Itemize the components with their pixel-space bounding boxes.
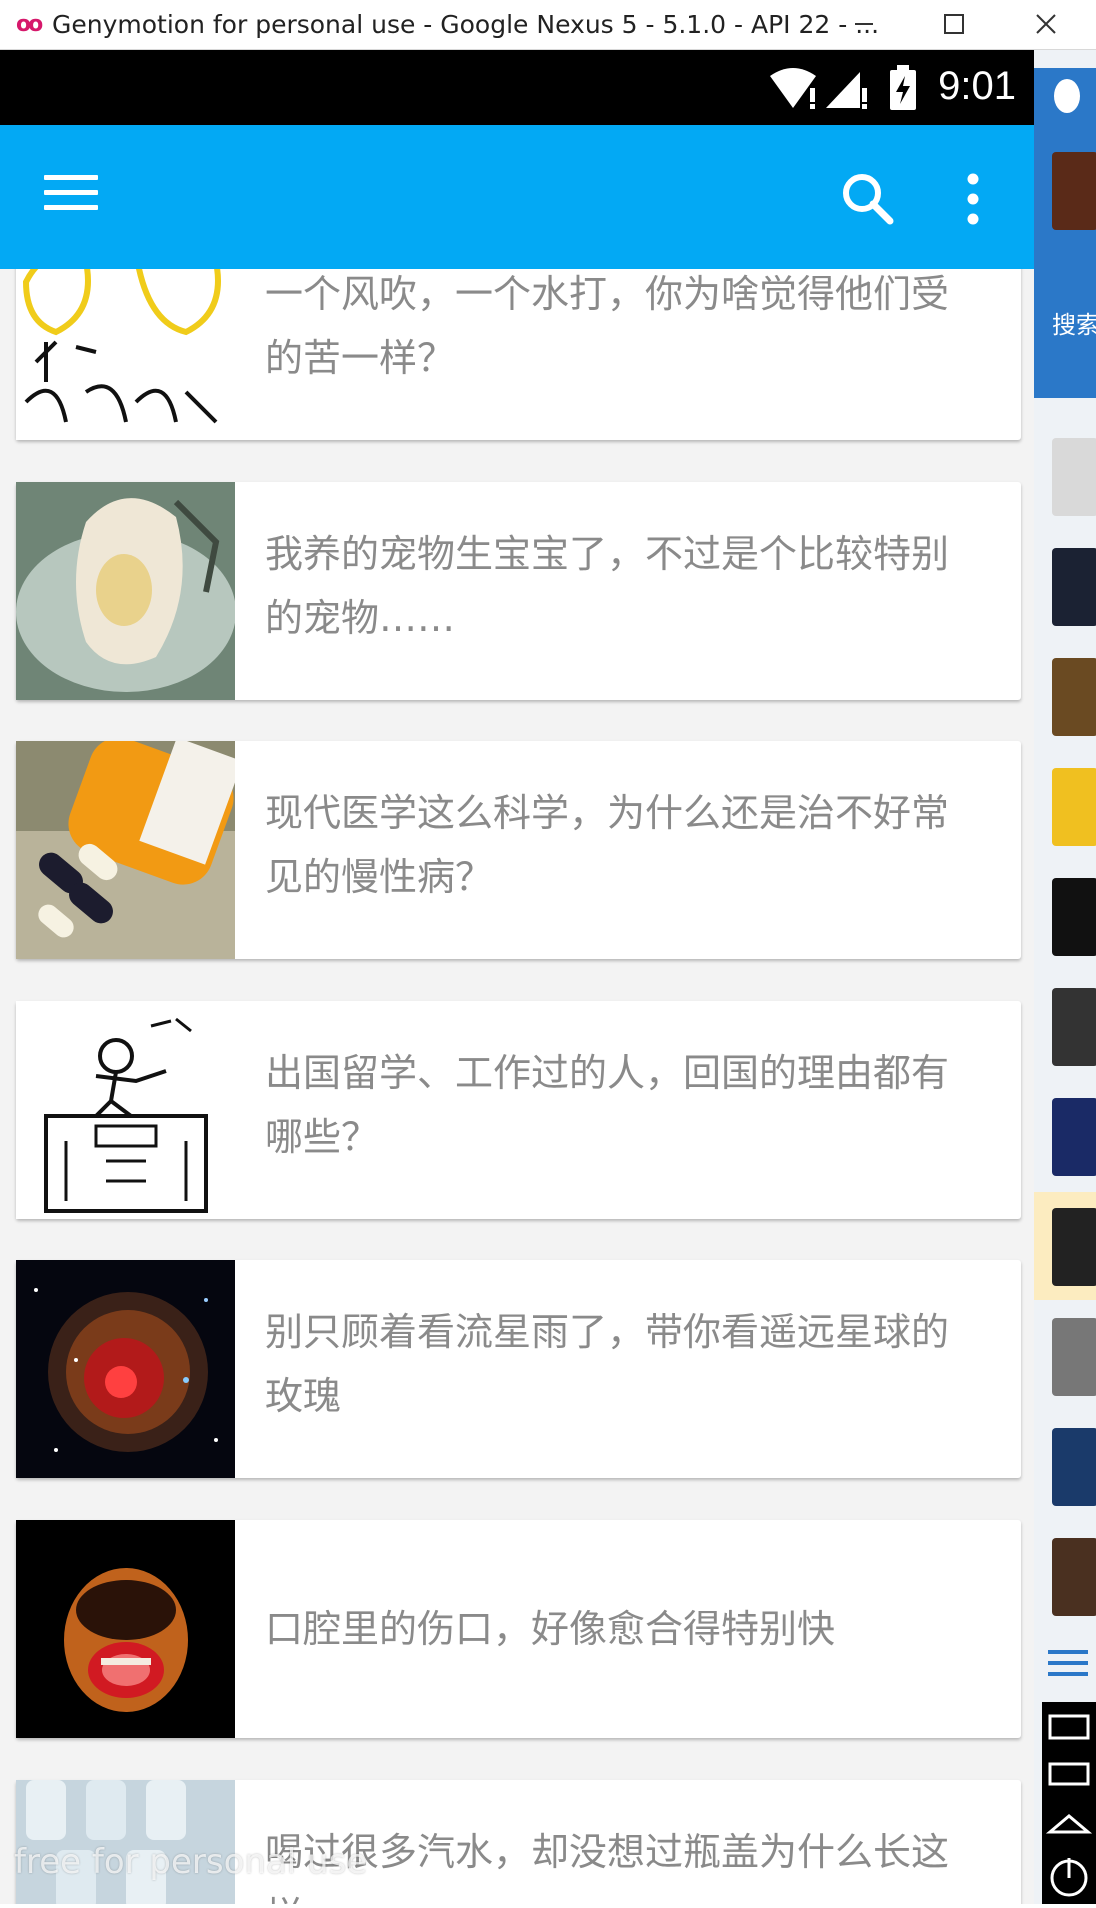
article-title[interactable]: 一个风吹，一个水打，你为啥觉得他们受的苦一样？ bbox=[265, 269, 965, 390]
hamburger-menu-icon[interactable] bbox=[44, 175, 98, 215]
background-side-panel: 搜索 bbox=[1034, 50, 1096, 1904]
window-title: Genymotion for personal use - Google Nex… bbox=[52, 10, 880, 39]
app-toolbar bbox=[0, 125, 1034, 269]
avatar[interactable] bbox=[1052, 1538, 1096, 1616]
avatar[interactable] bbox=[1052, 988, 1096, 1066]
article-thumbnail bbox=[16, 741, 235, 959]
side-search-label[interactable]: 搜索 bbox=[1052, 305, 1096, 340]
battery-charging-icon bbox=[890, 65, 916, 110]
close-icon bbox=[1036, 14, 1056, 34]
recent-apps-icon bbox=[1048, 1714, 1090, 1740]
side-menu-icon[interactable] bbox=[1048, 1650, 1088, 1684]
article-thumbnail bbox=[16, 1001, 235, 1219]
article-thumbnail bbox=[16, 1520, 235, 1738]
article-title[interactable]: 喝过很多汽水，却没想过瓶盖为什么长这样 bbox=[265, 1820, 965, 1904]
article-feed[interactable]: 一个风吹，一个水打，你为啥觉得他们受的苦一样？ 我养的宠物生宝宝了，不过是个比较… bbox=[0, 269, 1034, 1904]
avatar[interactable] bbox=[1052, 658, 1096, 736]
side-panel-header bbox=[1034, 68, 1096, 398]
maximize-button[interactable] bbox=[924, 2, 984, 46]
article-thumbnail bbox=[16, 482, 235, 700]
window-titlebar: oo Genymotion for personal use - Google … bbox=[0, 0, 1096, 50]
status-bar: 9:01 bbox=[0, 50, 1034, 125]
article-title[interactable]: 我养的宠物生宝宝了，不过是个比较特别的宠物…… bbox=[265, 522, 965, 650]
article-thumbnail bbox=[16, 269, 235, 440]
article-card[interactable]: 我养的宠物生宝宝了，不过是个比较特别的宠物…… bbox=[16, 482, 1021, 700]
signal-icon bbox=[826, 72, 867, 109]
article-title[interactable]: 别只顾着看流星雨了，带你看遥远星球的玫瑰 bbox=[265, 1300, 965, 1428]
avatar[interactable] bbox=[1052, 768, 1096, 846]
article-card[interactable]: 别只顾着看流星雨了，带你看遥远星球的玫瑰 bbox=[16, 1260, 1021, 1478]
avatar[interactable] bbox=[1052, 1098, 1096, 1176]
avatar[interactable] bbox=[1052, 1208, 1096, 1286]
avatar[interactable] bbox=[1052, 878, 1096, 956]
home-icon bbox=[1045, 1814, 1093, 1834]
avatar[interactable] bbox=[1052, 548, 1096, 626]
avatar[interactable] bbox=[1052, 438, 1096, 516]
article-thumbnail bbox=[16, 1260, 235, 1478]
article-title[interactable]: 口腔里的伤口，好像愈合得特别快 bbox=[265, 1597, 965, 1661]
article-title[interactable]: 出国留学、工作过的人，回国的理由都有哪些？ bbox=[265, 1041, 965, 1169]
minimize-icon bbox=[855, 23, 873, 25]
watermark: free for personal use bbox=[14, 1842, 368, 1882]
avatar[interactable] bbox=[1052, 1428, 1096, 1506]
close-button[interactable] bbox=[1016, 2, 1076, 46]
minimize-button[interactable] bbox=[834, 2, 894, 46]
article-title[interactable]: 现代医学这么科学，为什么还是治不好常见的慢性病？ bbox=[265, 781, 965, 909]
maximize-icon bbox=[944, 14, 964, 34]
article-card[interactable]: 现代医学这么科学，为什么还是治不好常见的慢性病？ bbox=[16, 741, 1021, 959]
more-vertical-icon[interactable] bbox=[955, 169, 991, 229]
article-card[interactable]: 口腔里的伤口，好像愈合得特别快 bbox=[16, 1520, 1021, 1738]
genymotion-logo: oo bbox=[16, 12, 43, 37]
menu-icon bbox=[1048, 1762, 1090, 1786]
search-icon[interactable] bbox=[838, 169, 898, 229]
emulator-nav-strip bbox=[1042, 1702, 1096, 1904]
avatar[interactable] bbox=[1052, 1318, 1096, 1396]
wifi-icon bbox=[770, 68, 816, 109]
article-card[interactable]: 一个风吹，一个水打，你为啥觉得他们受的苦一样？ bbox=[16, 269, 1021, 440]
article-card[interactable]: 出国留学、工作过的人，回国的理由都有哪些？ bbox=[16, 1001, 1021, 1219]
qq-penguin-icon bbox=[1054, 79, 1080, 113]
avatar[interactable] bbox=[1052, 152, 1096, 230]
status-clock: 9:01 bbox=[938, 64, 1016, 108]
